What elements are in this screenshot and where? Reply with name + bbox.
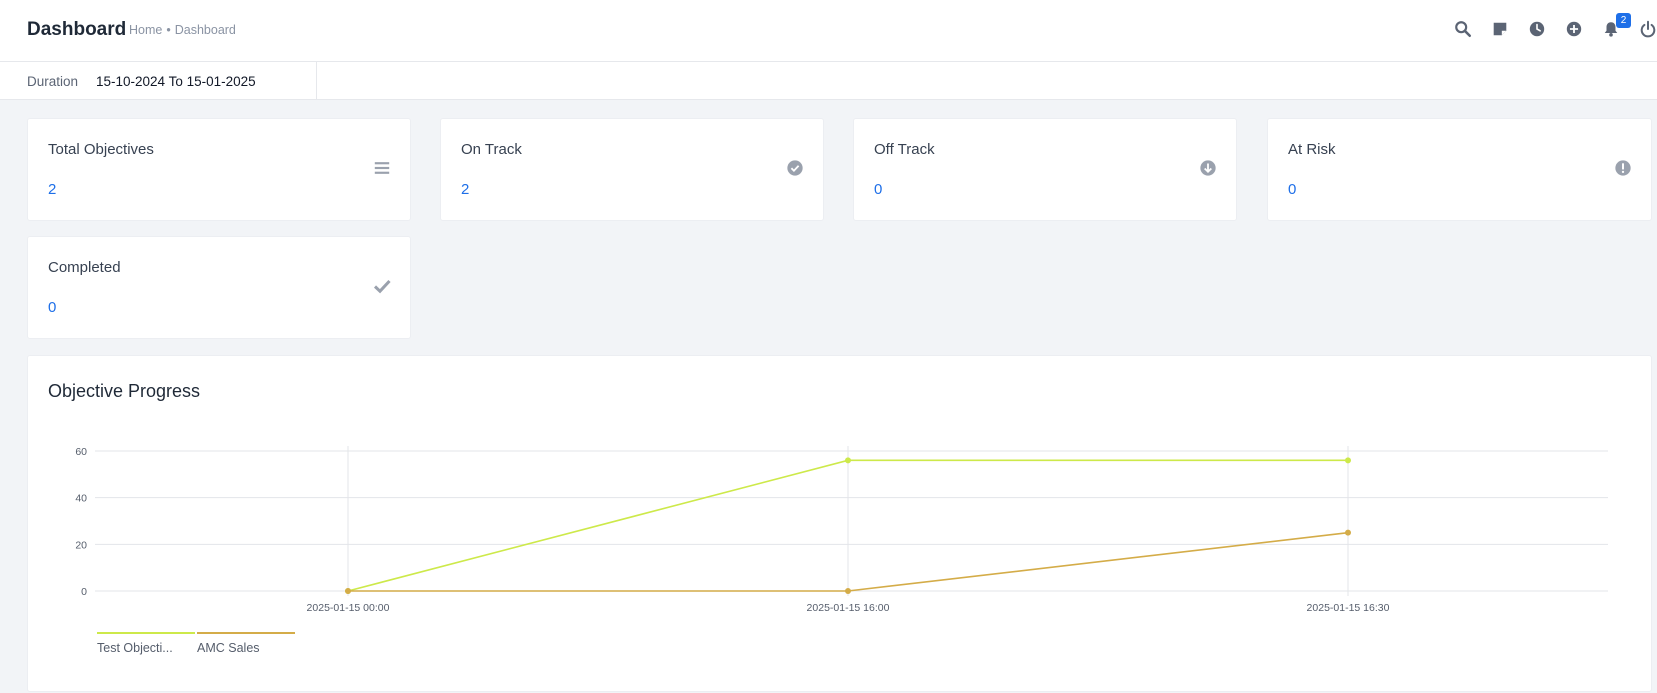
duration-filter[interactable]: Duration 15-10-2024 To 15-01-2025 bbox=[0, 62, 317, 100]
total-objectives-card[interactable]: Total Objectives 2 bbox=[27, 118, 411, 221]
exclamation-circle-icon bbox=[1613, 158, 1633, 178]
objective-progress-panel: Objective Progress 0 20 40 60 2025-01-15 00:… bbox=[27, 355, 1652, 692]
card-value: 0 bbox=[48, 299, 57, 316]
card-value: 0 bbox=[874, 181, 883, 198]
off-track-card[interactable]: Off Track 0 bbox=[853, 118, 1237, 221]
list-icon bbox=[372, 158, 392, 178]
top-bar: Dashboard Home • Dashboard 2 bbox=[0, 0, 1657, 62]
duration-value[interactable]: 15-10-2024 To 15-01-2025 bbox=[96, 74, 256, 89]
card-value: 2 bbox=[461, 181, 470, 198]
power-icon[interactable] bbox=[1637, 18, 1657, 40]
legend-item-label[interactable]: Test Objecti... bbox=[97, 641, 173, 655]
card-label: Total Objectives bbox=[48, 141, 154, 158]
data-point[interactable] bbox=[1345, 457, 1351, 464]
data-point[interactable] bbox=[1345, 529, 1351, 536]
duration-label: Duration bbox=[27, 74, 79, 89]
x-tick-label: 2025-01-15 00:00 bbox=[307, 602, 390, 614]
data-point[interactable] bbox=[345, 588, 351, 594]
filter-bar: Duration 15-10-2024 To 15-01-2025 bbox=[0, 62, 1657, 100]
toolbar: 2 bbox=[0, 13, 1657, 42]
completed-card[interactable]: Completed 0 bbox=[27, 236, 411, 339]
x-tick-label: 2025-01-15 16:00 bbox=[807, 602, 890, 614]
plus-circle-icon[interactable] bbox=[1563, 18, 1585, 40]
at-risk-card[interactable]: At Risk 0 bbox=[1267, 118, 1652, 221]
y-tick-label: 40 bbox=[75, 493, 87, 505]
check-circle-icon bbox=[785, 158, 805, 178]
card-label: Completed bbox=[48, 259, 121, 276]
card-label: Off Track bbox=[874, 141, 935, 158]
sticky-note-icon[interactable] bbox=[1489, 18, 1511, 40]
y-tick-label: 0 bbox=[81, 586, 87, 598]
card-value: 2 bbox=[48, 181, 57, 198]
card-label: At Risk bbox=[1288, 141, 1336, 158]
x-tick-label: 2025-01-15 16:30 bbox=[1307, 602, 1390, 614]
checkmark-icon bbox=[372, 276, 392, 296]
notification-badge: 2 bbox=[1616, 13, 1631, 28]
legend-item-label[interactable]: AMC Sales bbox=[197, 641, 260, 655]
clock-icon[interactable] bbox=[1526, 18, 1548, 40]
card-value: 0 bbox=[1288, 181, 1297, 198]
y-tick-label: 20 bbox=[75, 539, 87, 551]
search-icon[interactable] bbox=[1452, 18, 1474, 40]
on-track-card[interactable]: On Track 2 bbox=[440, 118, 824, 221]
bell-icon[interactable]: 2 bbox=[1600, 13, 1631, 40]
data-point[interactable] bbox=[845, 457, 851, 464]
objective-progress-chart: 0 20 40 60 2025-01-15 00:00 2025-01-15 16:00 2… bbox=[75, 446, 1608, 655]
data-point[interactable] bbox=[845, 588, 851, 594]
card-label: On Track bbox=[461, 141, 522, 158]
y-tick-label: 60 bbox=[75, 446, 87, 458]
arrow-down-circle-icon bbox=[1198, 158, 1218, 178]
